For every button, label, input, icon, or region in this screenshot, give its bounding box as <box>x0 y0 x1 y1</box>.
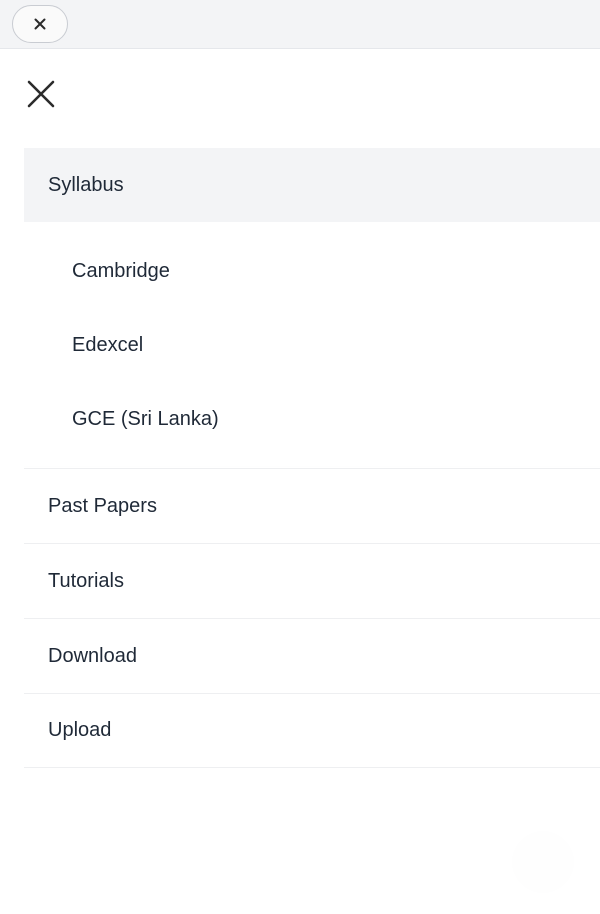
menu-close-button[interactable] <box>24 77 58 111</box>
menu-item-past-papers[interactable]: Past Papers <box>24 468 600 543</box>
submenu-item-label: GCE (Sri Lanka) <box>72 407 219 430</box>
menu-list: Syllabus Cambridge Edexcel GCE (Sri Lank… <box>24 148 600 768</box>
menu-item-label: Tutorials <box>48 569 124 592</box>
submenu-item-label: Cambridge <box>72 259 170 282</box>
syllabus-submenu: Cambridge Edexcel GCE (Sri Lanka) <box>24 222 600 468</box>
top-bar <box>0 0 600 49</box>
menu-item-upload[interactable]: Upload <box>24 693 600 768</box>
submenu-item-cambridge[interactable]: Cambridge <box>24 234 600 308</box>
menu-item-label: Syllabus <box>48 173 124 196</box>
menu-item-syllabus[interactable]: Syllabus <box>24 148 600 222</box>
submenu-item-edexcel[interactable]: Edexcel <box>24 308 600 382</box>
menu-item-label: Past Papers <box>48 494 157 517</box>
close-button[interactable] <box>12 5 68 43</box>
menu-item-label: Upload <box>48 719 112 741</box>
submenu-container: Cambridge Edexcel GCE (Sri Lanka) <box>24 222 600 468</box>
menu-item-tutorials[interactable]: Tutorials <box>24 543 600 618</box>
menu-item-download[interactable]: Download <box>24 618 600 693</box>
close-x-icon <box>27 80 55 108</box>
submenu-item-gce-sri-lanka[interactable]: GCE (Sri Lanka) <box>24 382 600 456</box>
nav-menu: Syllabus Cambridge Edexcel GCE (Sri Lank… <box>0 49 600 914</box>
submenu-item-label: Edexcel <box>72 333 144 356</box>
menu-item-label: Download <box>48 644 137 667</box>
close-icon <box>34 18 46 30</box>
